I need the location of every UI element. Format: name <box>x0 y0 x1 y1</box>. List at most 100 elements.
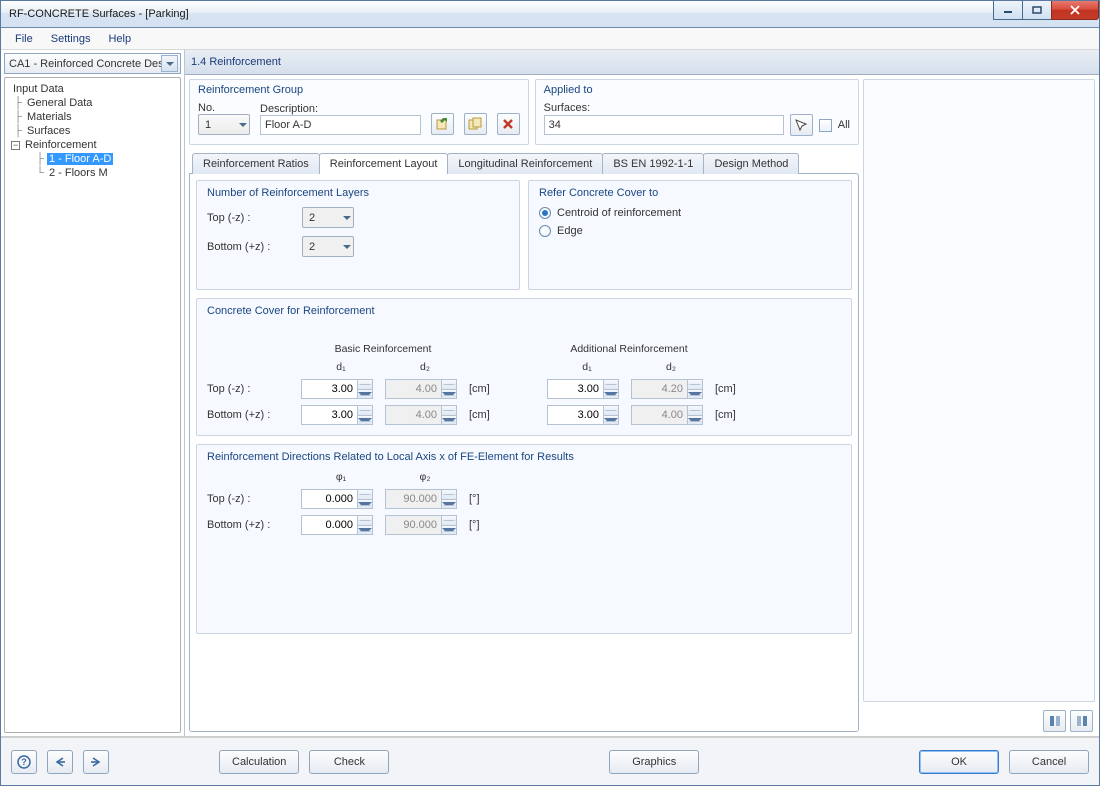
surfaces-value: 34 <box>549 119 561 131</box>
menu-file[interactable]: File <box>7 31 41 47</box>
cancel-button[interactable]: Cancel <box>1009 750 1089 774</box>
tree-materials[interactable]: Materials <box>25 111 74 123</box>
no-value: 1 <box>205 119 211 131</box>
surfaces-label: Surfaces: <box>544 102 850 114</box>
basic-reinf-header: Basic Reinforcement <box>301 343 465 355</box>
layers-bottom-value: 2 <box>309 241 315 253</box>
no-combo[interactable]: 1 <box>198 114 250 135</box>
close-button[interactable] <box>1051 1 1099 20</box>
menu-settings[interactable]: Settings <box>43 31 99 47</box>
basic-bot-d2-input[interactable] <box>385 405 465 425</box>
minimize-button[interactable] <box>993 1 1023 20</box>
layers-top-combo[interactable]: 2 <box>302 207 354 228</box>
legend-cover-ref: Refer Concrete Cover to <box>539 187 841 199</box>
content: Reinforcement Group No. 1 <box>185 75 1099 736</box>
add-reinf-header: Additional Reinforcement <box>547 343 711 355</box>
tree-surfaces[interactable]: Surfaces <box>25 125 72 137</box>
cover-bottom-label: Bottom (+z) : <box>207 409 297 421</box>
group-reinforcement-group: Reinforcement Group No. 1 <box>189 79 529 145</box>
titlebar: RF-CONCRETE Surfaces - [Parking] <box>1 1 1099 28</box>
col-phi2: φ₂ <box>385 471 465 483</box>
tree-floors-m[interactable]: 2 - Floors M <box>47 167 110 179</box>
legend-directions: Reinforcement Directions Related to Loca… <box>207 451 841 463</box>
basic-top-d1-input[interactable] <box>301 379 381 399</box>
prev-button[interactable] <box>47 750 73 774</box>
chevron-down-icon <box>343 245 351 249</box>
description-input[interactable]: Floor A-D <box>260 115 421 135</box>
tab-header: Reinforcement Ratios Reinforcement Layou… <box>189 149 859 173</box>
all-checkbox[interactable] <box>819 119 832 132</box>
nav-tree[interactable]: Input Data ├General Data ├Materials ├Sur… <box>4 77 181 733</box>
right-pane <box>863 79 1095 732</box>
cover-top-label: Top (-z) : <box>207 383 297 395</box>
dirs-top-phi1-input[interactable] <box>301 489 381 509</box>
app-window: RF-CONCRETE Surfaces - [Parking] File Se… <box>0 0 1100 786</box>
tree-floor-a-d[interactable]: 1 - Floor A-D <box>47 153 113 165</box>
tab-bs-en-1992[interactable]: BS EN 1992-1-1 <box>602 153 704 174</box>
delete-group-button[interactable] <box>497 113 520 135</box>
pick-surfaces-button[interactable] <box>790 114 813 136</box>
add-top-d2-input[interactable] <box>631 379 711 399</box>
col-d2-basic: d₂ <box>385 361 465 373</box>
surfaces-input[interactable]: 34 <box>544 115 784 135</box>
col-d1-add: d₁ <box>547 361 627 373</box>
group-directions: Reinforcement Directions Related to Loca… <box>196 444 852 634</box>
add-bot-d1-input[interactable] <box>547 405 627 425</box>
basic-top-d2-input[interactable] <box>385 379 465 399</box>
ok-button[interactable]: OK <box>919 750 999 774</box>
radio-icon <box>539 225 551 237</box>
unit-cm: [cm] <box>715 383 755 395</box>
preview-panel <box>863 79 1095 702</box>
all-label: All <box>838 119 850 131</box>
radio-edge-label: Edge <box>557 225 583 237</box>
design-case-combo[interactable]: CA1 - Reinforced Concrete Des <box>4 53 181 74</box>
help-button[interactable]: ? <box>11 750 37 774</box>
svg-text:?: ? <box>21 757 27 767</box>
next-button[interactable] <box>83 750 109 774</box>
radio-centroid[interactable]: Centroid of reinforcement <box>539 207 841 219</box>
legend-applied-to: Applied to <box>544 84 850 96</box>
collapse-icon[interactable]: − <box>11 141 20 150</box>
tab-reinforcement-layout[interactable]: Reinforcement Layout <box>319 153 449 174</box>
group-cover-ref: Refer Concrete Cover to Centroid of rein… <box>528 180 852 290</box>
radio-edge[interactable]: Edge <box>539 225 841 237</box>
legend-layers: Number of Reinforcement Layers <box>207 187 509 199</box>
dirs-bot-phi2-input[interactable] <box>385 515 465 535</box>
dirs-bottom-label: Bottom (+z) : <box>207 519 297 531</box>
graphics-button[interactable]: Graphics <box>609 750 699 774</box>
description-value: Floor A-D <box>265 119 311 131</box>
radio-icon <box>539 207 551 219</box>
tab-longitudinal-reinforcement[interactable]: Longitudinal Reinforcement <box>447 153 603 174</box>
unit-cm: [cm] <box>469 409 509 421</box>
basic-bot-d1-input[interactable] <box>301 405 381 425</box>
calculation-button[interactable]: Calculation <box>219 750 299 774</box>
group-layers: Number of Reinforcement Layers Top (-z) … <box>196 180 520 290</box>
add-top-d1-input[interactable] <box>547 379 627 399</box>
dirs-top-phi2-input[interactable] <box>385 489 465 509</box>
tab-design-method[interactable]: Design Method <box>703 153 799 174</box>
tree-reinforcement[interactable]: Reinforcement <box>23 139 99 151</box>
copy-group-button[interactable] <box>464 113 487 135</box>
main: 1.4 Reinforcement Reinforcement Group No… <box>185 50 1099 736</box>
group-applied-to: Applied to Surfaces: 34 All <box>535 79 859 145</box>
unit-cm: [cm] <box>469 383 509 395</box>
layers-bottom-combo[interactable]: 2 <box>302 236 354 257</box>
check-button[interactable]: Check <box>309 750 389 774</box>
footer: ? Calculation Check Graphics OK Cancel <box>1 737 1099 785</box>
aside-button-1[interactable] <box>1043 710 1066 732</box>
description-label: Description: <box>260 103 421 115</box>
sidebar: CA1 - Reinforced Concrete Des Input Data… <box>1 50 185 736</box>
window-title: RF-CONCRETE Surfaces - [Parking] <box>9 8 189 20</box>
menu-help[interactable]: Help <box>100 31 139 47</box>
col-phi1: φ₁ <box>301 471 381 483</box>
tree-root[interactable]: Input Data <box>11 83 66 95</box>
add-bot-d2-input[interactable] <box>631 405 711 425</box>
left-pane: Reinforcement Group No. 1 <box>189 79 859 732</box>
tree-general-data[interactable]: General Data <box>25 97 94 109</box>
maximize-button[interactable] <box>1022 1 1052 20</box>
aside-button-2[interactable] <box>1070 710 1093 732</box>
new-group-button[interactable] <box>431 113 454 135</box>
cover-grid: Basic Reinforcement Additional Reinforce… <box>207 343 841 425</box>
dirs-bot-phi1-input[interactable] <box>301 515 381 535</box>
tab-reinforcement-ratios[interactable]: Reinforcement Ratios <box>192 153 320 174</box>
